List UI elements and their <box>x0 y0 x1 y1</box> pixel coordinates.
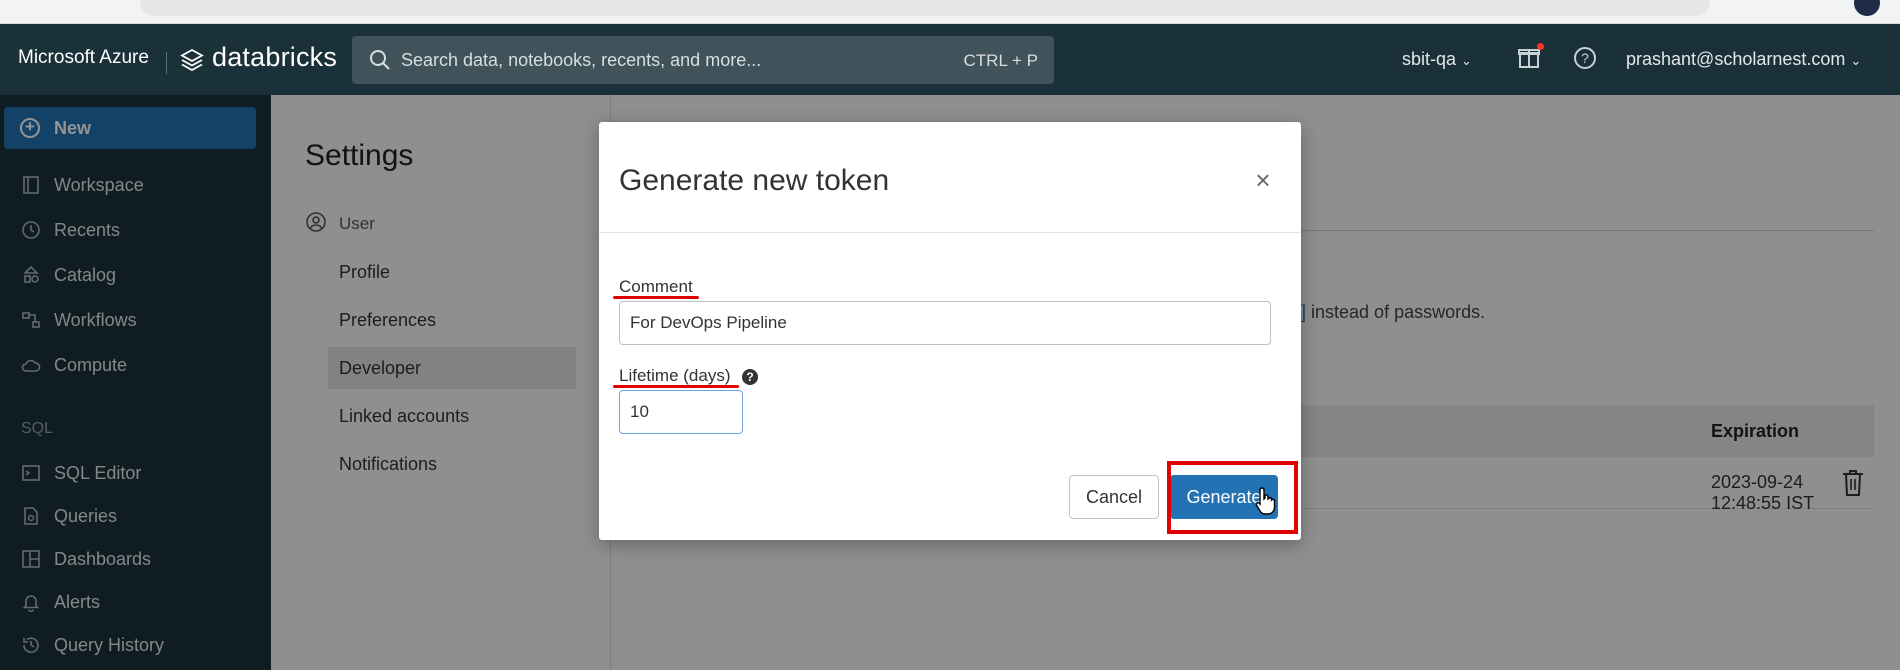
hand-cursor-icon <box>1255 487 1276 515</box>
databricks-logo-icon[interactable] <box>180 48 204 72</box>
brand-divider <box>166 52 167 74</box>
help-icon[interactable]: ? <box>1573 46 1597 70</box>
svg-text:?: ? <box>1581 50 1589 66</box>
cancel-button[interactable]: Cancel <box>1069 475 1159 519</box>
browser-toolbar <box>0 0 1900 24</box>
annotation-underline <box>613 385 739 388</box>
browser-address-bar[interactable] <box>140 0 1710 16</box>
notification-dot <box>1537 43 1544 50</box>
search-shortcut: CTRL + P <box>963 51 1038 70</box>
chevron-down-icon: ⌄ <box>1461 53 1472 68</box>
annotation-underline <box>613 296 699 299</box>
top-header: Microsoft Azure databricks Search data, … <box>0 24 1900 95</box>
question-circle-icon[interactable]: ? <box>742 369 758 385</box>
workspace-selector[interactable]: sbit-qa ⌄ <box>1402 49 1472 70</box>
dialog-divider <box>599 232 1301 233</box>
user-email: prashant@scholarnest.com <box>1626 49 1846 69</box>
comment-label: Comment <box>619 277 693 296</box>
lifetime-input[interactable] <box>619 390 743 434</box>
browser-profile-avatar[interactable] <box>1854 0 1880 16</box>
close-icon[interactable]: × <box>1252 167 1274 193</box>
search-placeholder: Search data, notebooks, recents, and mor… <box>401 50 762 70</box>
annotation-highlight-box <box>1167 461 1298 534</box>
search-icon <box>370 50 390 70</box>
azure-brand[interactable]: Microsoft Azure <box>18 47 149 69</box>
global-search[interactable]: Search data, notebooks, recents, and mor… <box>352 36 1054 84</box>
comment-input[interactable] <box>619 301 1271 345</box>
lifetime-label: Lifetime (days) <box>619 366 731 385</box>
dialog-title: Generate new token <box>619 164 890 197</box>
databricks-brand[interactable]: databricks <box>212 42 337 73</box>
user-menu[interactable]: prashant@scholarnest.com ⌄ <box>1626 49 1861 70</box>
chevron-down-icon: ⌄ <box>1850 53 1862 68</box>
workspace-name: sbit-qa <box>1402 49 1457 69</box>
